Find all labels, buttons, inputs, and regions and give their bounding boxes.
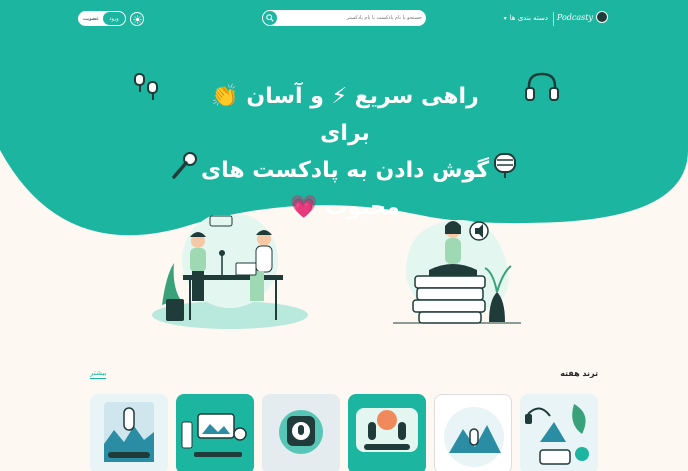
podcast-card[interactable] (520, 394, 598, 471)
header-divider (553, 12, 554, 26)
hero-title-line2: گوش دادن به پادکست های (200, 158, 490, 183)
podcast-cover-image (104, 402, 154, 462)
login-button[interactable]: ورود (103, 12, 125, 25)
podcast-cover-image (525, 404, 589, 465)
hero-title-line1: راهی سریع ⚡ و آسان 👏 برای (211, 84, 479, 146)
studio-mic-icon (494, 153, 516, 178)
logo-text: Podcasty (556, 12, 593, 22)
podcast-card[interactable] (434, 394, 512, 471)
earbuds-icon (134, 73, 158, 100)
register-button[interactable]: عضویت (79, 12, 103, 25)
chevron-down-icon: ▾ (503, 14, 507, 22)
podcast-cover-image (444, 407, 504, 467)
auth-toggle: عضویت ورود (78, 11, 126, 26)
podcast-card[interactable] (90, 394, 168, 471)
podcast-card[interactable] (176, 394, 254, 471)
listener-on-books-illustration (393, 220, 521, 324)
categories-label: دسته بندی ها (509, 14, 548, 22)
microphone-icon (172, 152, 197, 179)
search-input[interactable] (282, 10, 422, 26)
sun-icon (132, 14, 142, 24)
podcast-card[interactable] (262, 394, 340, 471)
search-bar (262, 10, 426, 26)
podcast-cover-image (279, 410, 323, 454)
podcast-cover-image (356, 408, 418, 452)
headphones-icon (525, 72, 559, 101)
search-icon (266, 14, 274, 22)
trending-title: ترند هفته (560, 369, 598, 378)
podcast-card[interactable] (348, 394, 426, 471)
podcast-cover-image (181, 413, 247, 457)
more-link[interactable]: بیشتر (90, 369, 107, 379)
theme-toggle-button[interactable] (130, 12, 144, 26)
hero-title: راهی سریع ⚡ و آسان 👏 برای گوش دادن به پا… (200, 78, 490, 226)
logo[interactable]: Podcasty (557, 11, 608, 23)
categories-menu[interactable]: ▾ دسته بندی ها (504, 14, 548, 22)
logo-mark-icon (596, 11, 608, 23)
podcast-table-illustration (152, 215, 308, 329)
search-button[interactable] (263, 11, 277, 25)
top-navbar: Podcasty ▾ دسته بندی ها عضویت ورود (0, 8, 688, 30)
